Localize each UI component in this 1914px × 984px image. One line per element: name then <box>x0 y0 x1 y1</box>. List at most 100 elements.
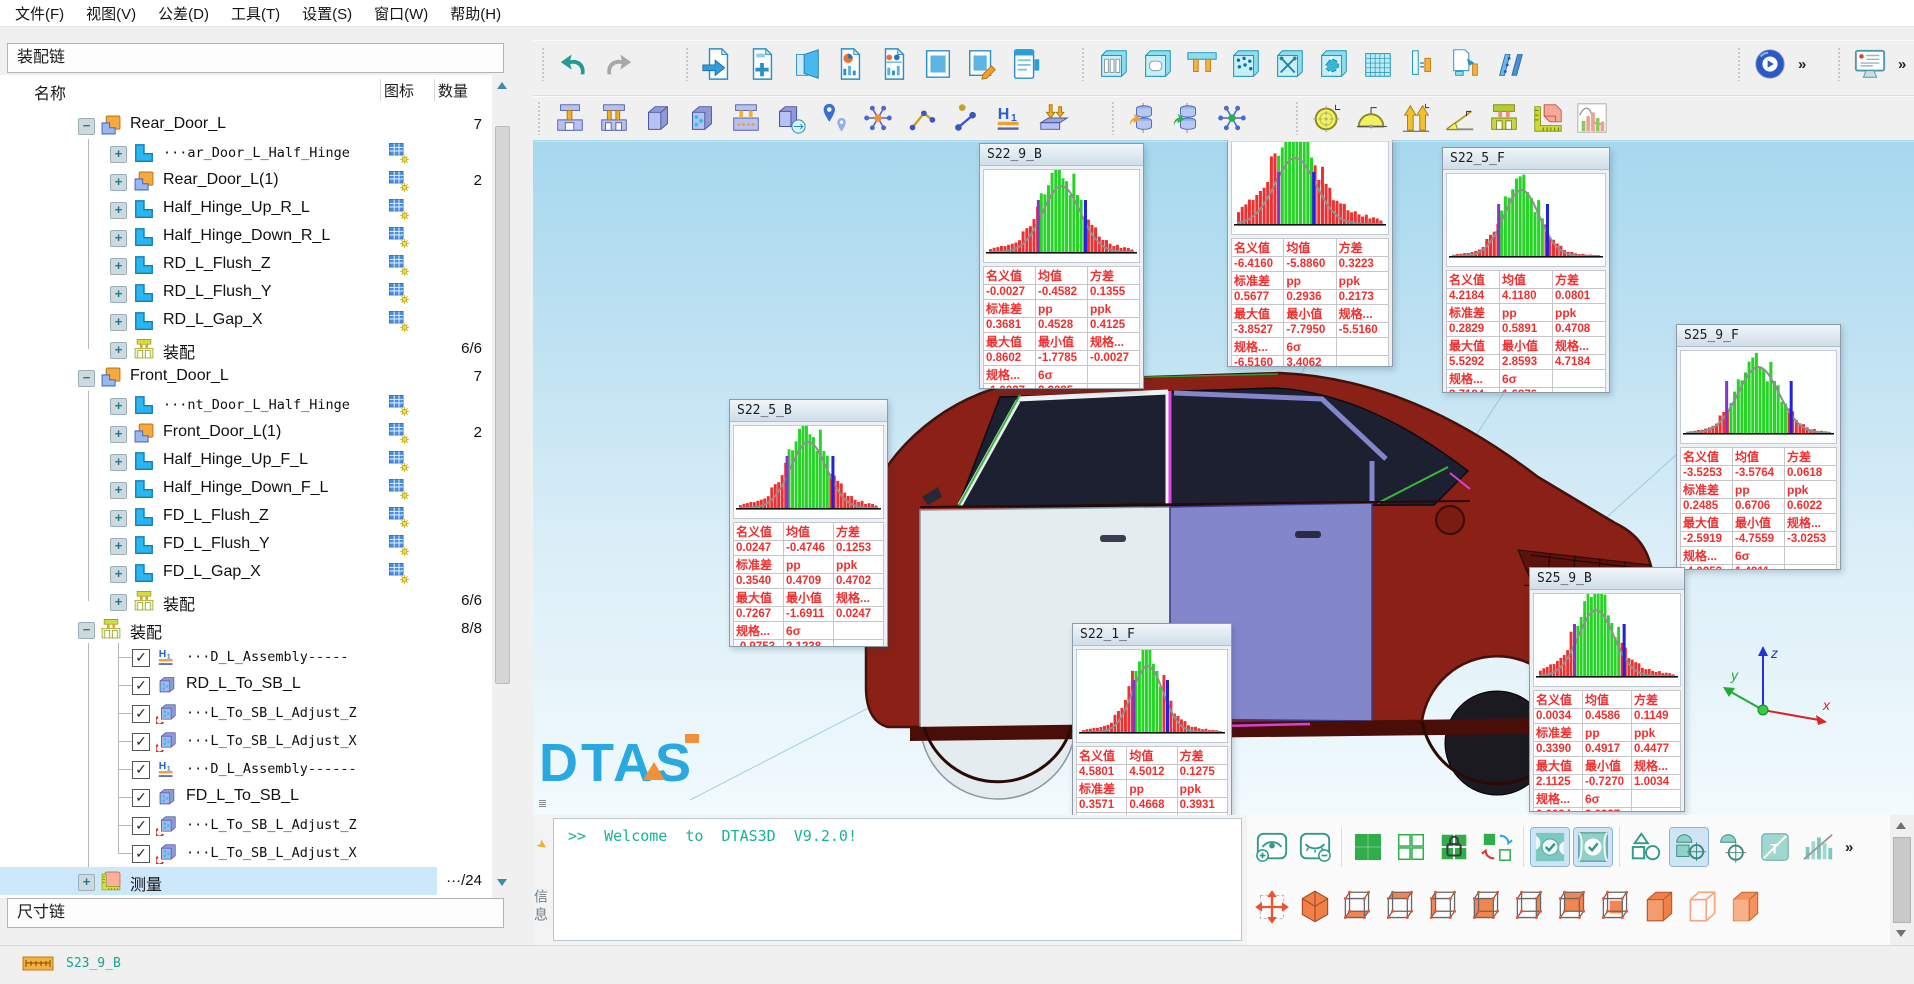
expand-icon[interactable]: + <box>110 510 127 527</box>
tree-scroll-down-icon[interactable] <box>494 874 510 890</box>
measurement-popup-S25_9_B[interactable]: S25_9_B 名义值均值方差0.00340.45860.1149标准差pppp… <box>1529 567 1685 812</box>
checkbox[interactable]: ✓ <box>132 817 150 835</box>
measurement-popup-S22_5_B[interactable]: S22_5_B 名义值均值方差0.0247-0.47460.1253标准差ppp… <box>729 399 888 647</box>
page-export-button[interactable] <box>699 45 737 83</box>
menu-item-6[interactable]: 窗口(W) <box>363 1 439 26</box>
menu-item-7[interactable]: 帮助(H) <box>439 1 512 26</box>
cube-f-left-button[interactable] <box>1425 888 1463 926</box>
tree-row[interactable]: +···nt_Door_L_Half_Hinge <box>0 391 492 419</box>
quad-filled-button[interactable] <box>1349 828 1387 866</box>
block-slot-button[interactable] <box>1095 45 1133 83</box>
tree-row[interactable]: +装配6/6 <box>0 335 492 363</box>
expand-icon[interactable]: + <box>110 482 127 499</box>
block-cross-button[interactable] <box>1271 45 1309 83</box>
cube-button[interactable] <box>639 99 677 137</box>
expand-icon[interactable]: + <box>110 426 127 443</box>
link-dumbbell-button[interactable] <box>947 99 985 137</box>
dimension-chain-tab[interactable]: S23_9_B <box>22 952 121 974</box>
grid-gear-icon[interactable] <box>388 254 410 276</box>
tree-scrollbar[interactable] <box>495 126 510 684</box>
page-new-button[interactable] <box>743 45 781 83</box>
tol-protractor-button[interactable] <box>1353 99 1391 137</box>
checkbox[interactable]: ✓ <box>132 789 150 807</box>
tree-row[interactable]: +Rear_Door_L(1)2 <box>0 167 492 195</box>
check-circle-button[interactable] <box>1574 828 1612 866</box>
eye-plus-button[interactable] <box>1253 828 1291 866</box>
menu-item-3[interactable]: 公差(D) <box>147 1 220 26</box>
assembly-chain-title[interactable]: 装配链 <box>7 43 504 73</box>
cube-f-bottom-button[interactable] <box>1339 888 1377 926</box>
panel-lines-icon[interactable]: ≣ <box>534 797 550 810</box>
tree-row[interactable]: −装配8/8 <box>0 615 492 643</box>
cube-points-button[interactable] <box>683 99 721 137</box>
popup-title[interactable]: S22_9_B <box>980 144 1143 166</box>
tol-arrows-button[interactable] <box>1397 99 1435 137</box>
collapse-icon[interactable]: − <box>78 118 95 135</box>
page-pie-button[interactable] <box>831 45 869 83</box>
checkbox[interactable]: ✓ <box>132 845 150 863</box>
collapse-icon[interactable]: − <box>78 622 95 639</box>
tree-row[interactable]: ✓H1···D_L_Assembly----- <box>0 643 492 671</box>
expand-icon[interactable]: + <box>110 258 127 275</box>
checkbox[interactable]: ✓ <box>132 677 150 695</box>
more-tools-chevron[interactable]: » <box>1895 56 1909 73</box>
tree-row[interactable]: ✓···L_To_SB_L_Adjust_X <box>0 727 492 755</box>
tree-row[interactable]: +Half_Hinge_Up_F_L <box>0 447 492 475</box>
quad-rotate-button[interactable] <box>1478 828 1516 866</box>
expand-icon[interactable]: + <box>110 174 127 191</box>
hub-green-button[interactable] <box>1213 99 1251 137</box>
tree-row[interactable]: +RD_L_Gap_X <box>0 307 492 335</box>
checkbox[interactable]: ✓ <box>132 705 150 723</box>
menu-item-1[interactable]: 文件(F) <box>4 1 75 26</box>
menu-item-5[interactable]: 设置(S) <box>291 1 363 26</box>
info-side-tab[interactable]: 信息 <box>529 872 551 942</box>
cyl-rotate-orange-button[interactable] <box>1125 99 1163 137</box>
checkbox[interactable]: ✓ <box>132 761 150 779</box>
grid-gear-icon[interactable] <box>388 282 410 304</box>
press-double-button[interactable] <box>595 99 633 137</box>
measurement-popup-popup-2[interactable]: 名义值均值方差-6.4160-5.88600.3223标准差ppppk0.567… <box>1227 140 1393 367</box>
block-hole-button[interactable] <box>1139 45 1177 83</box>
undo-button[interactable] <box>555 45 593 83</box>
block-pin-button[interactable] <box>1403 45 1441 83</box>
redo-button[interactable] <box>599 45 637 83</box>
toolbox-scroll-up-icon[interactable] <box>1893 817 1909 833</box>
hub-network-button[interactable] <box>859 99 897 137</box>
checkbox[interactable]: ✓ <box>132 733 150 751</box>
press-points-button[interactable] <box>727 99 765 137</box>
grid-gear-icon[interactable] <box>388 506 410 528</box>
half-target-button[interactable] <box>1713 828 1751 866</box>
block-planes-button[interactable] <box>1491 45 1529 83</box>
tree-row[interactable]: +Front_Door_L(1)2 <box>0 419 492 447</box>
console-output[interactable]: >> Welcome to DTAS3D V9.2.0! <box>553 818 1242 941</box>
ruler-cube-button[interactable] <box>1529 99 1567 137</box>
tree-row[interactable]: +Half_Hinge_Up_R_L <box>0 195 492 223</box>
measurement-popup-S22_1_F[interactable]: S22_1_F 名义值均值方差4.58014.50120.1275标准差pppp… <box>1072 623 1232 815</box>
shapes-target-button[interactable] <box>1670 828 1708 866</box>
yellow-cursor-icon[interactable]: ➤ <box>531 834 553 856</box>
tree-row[interactable]: +RD_L_Flush_Z <box>0 251 492 279</box>
cube-load-button[interactable] <box>1035 99 1073 137</box>
tree-row[interactable]: +装配6/6 <box>0 587 492 615</box>
cube-f-inner-button[interactable] <box>1597 888 1635 926</box>
block-pins-button[interactable] <box>1183 45 1221 83</box>
tree-row[interactable]: +Half_Hinge_Down_F_L <box>0 475 492 503</box>
quad-outline-button[interactable] <box>1392 828 1430 866</box>
grid-gear-icon[interactable] <box>388 142 410 164</box>
tree-row[interactable]: +测量···/24 <box>0 867 492 895</box>
eye-minus-button[interactable] <box>1296 828 1334 866</box>
block-mesh-button[interactable] <box>1359 45 1397 83</box>
tree-row[interactable]: +···ar_Door_L_Half_Hinge <box>0 139 492 167</box>
tol-circle-button[interactable] <box>1309 99 1347 137</box>
cube-solid-button[interactable] <box>1726 888 1764 926</box>
pan-button[interactable] <box>1253 888 1291 926</box>
quad-lock-button[interactable] <box>1435 828 1473 866</box>
monitor-button[interactable] <box>1851 45 1889 83</box>
tree-row[interactable]: ✓···L_To_SB_L_Adjust_Z <box>0 699 492 727</box>
expand-icon[interactable]: + <box>110 594 127 611</box>
tree-scroll-up-icon[interactable] <box>494 77 510 93</box>
angle-link-button[interactable] <box>903 99 941 137</box>
popup-title[interactable]: S22_1_F <box>1073 624 1231 646</box>
grid-gear-icon[interactable] <box>388 226 410 248</box>
expand-icon[interactable]: + <box>78 874 95 891</box>
